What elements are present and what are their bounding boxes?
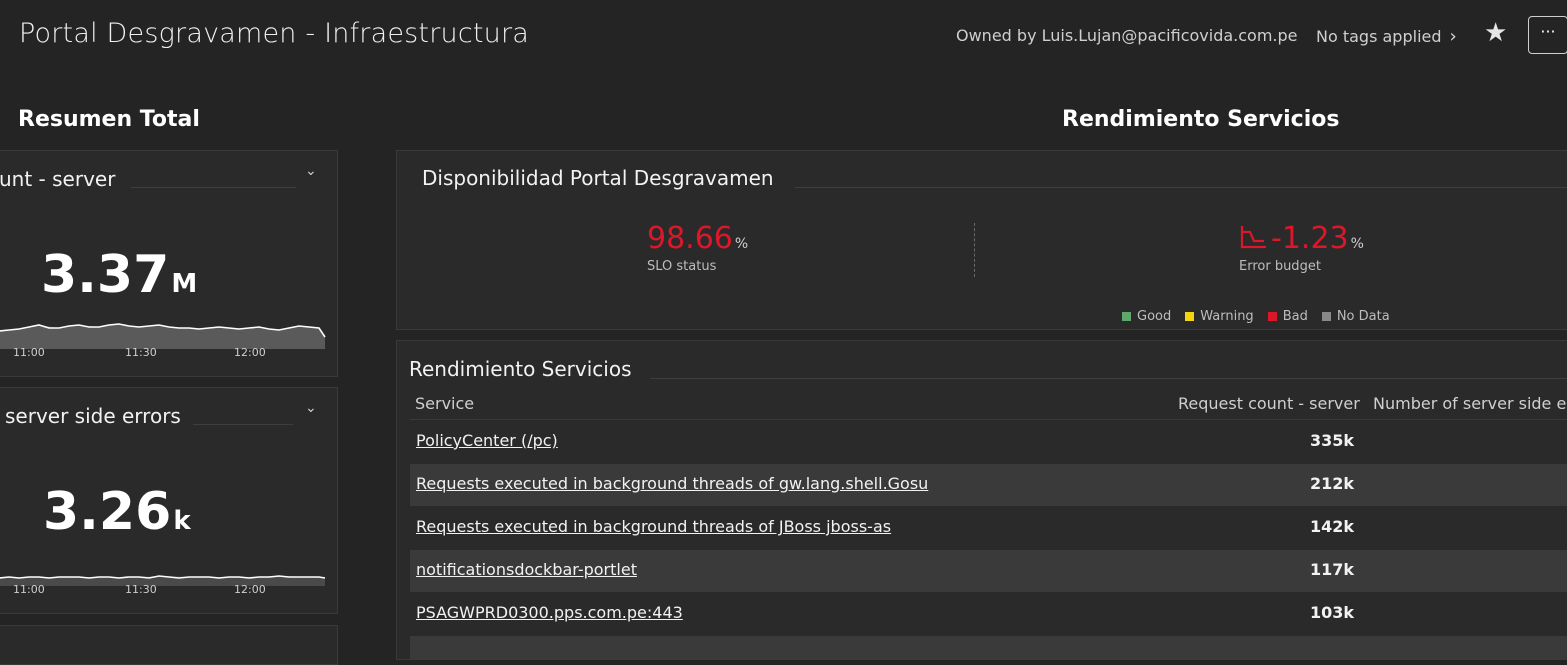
request-count-cell: 117k xyxy=(1309,560,1354,579)
table-row: Requests executed in background threads … xyxy=(410,507,1567,549)
error-budget-number: -1.23 xyxy=(1271,221,1349,256)
service-link[interactable]: PolicyCenter (/pc) xyxy=(416,431,558,450)
x-tick-label: 11:30 xyxy=(125,346,157,359)
value-number: 3.37 xyxy=(41,245,170,305)
value-unit: k xyxy=(173,506,191,536)
title-divider xyxy=(650,378,1567,379)
slo-status-value: 98.66% xyxy=(647,221,748,256)
service-link[interactable]: Requests executed in background threads … xyxy=(416,474,928,493)
error-budget-value: -1.23% xyxy=(1239,221,1364,256)
service-link[interactable]: Requests executed in background threads … xyxy=(416,517,891,536)
table-title: Rendimiento Servicios xyxy=(409,357,632,381)
title-divider xyxy=(193,424,293,425)
owner-label[interactable]: Owned by Luis.Lujan@pacificovida.com.pe xyxy=(956,26,1298,45)
server-errors-sparkline xyxy=(0,575,326,586)
tags-button[interactable]: No tags applied › xyxy=(1316,26,1457,47)
request-count-cell: 142k xyxy=(1309,517,1354,536)
tile-title: unt - server xyxy=(0,167,116,191)
x-tick-label: 11:00 xyxy=(13,346,45,359)
slo-tile[interactable]: Disponibilidad Portal Desgravamen 98.66%… xyxy=(396,150,1567,330)
burndown-icon xyxy=(1240,226,1266,249)
request-count-cell: 212k xyxy=(1309,474,1354,493)
slo-title: Disponibilidad Portal Desgravamen xyxy=(422,166,774,190)
services-table-tile[interactable]: Rendimiento Servicios Service Request co… xyxy=(396,340,1567,660)
service-link[interactable]: PSAGWPRD0300.pps.com.pe:443 xyxy=(416,603,683,622)
value-unit: M xyxy=(171,269,198,299)
column-header-service[interactable]: Service xyxy=(415,394,474,413)
slo-legend: Good Warning Bad No Data xyxy=(1122,309,1390,324)
section-title-performance: Rendimiento Servicios xyxy=(1062,107,1340,132)
chevron-down-icon[interactable]: ⌄ xyxy=(305,400,317,416)
more-options-button[interactable]: ··· xyxy=(1528,16,1567,54)
star-icon[interactable]: ★ xyxy=(1484,18,1507,48)
legend-warning: Warning xyxy=(1185,309,1254,324)
summary-tile-partial[interactable] xyxy=(0,625,338,665)
tile-title: server side errors xyxy=(5,404,181,428)
table-row: Requests executed in background threads … xyxy=(410,464,1567,506)
error-budget-unit: % xyxy=(1350,236,1364,252)
server-errors-value: 3.26k xyxy=(43,482,191,542)
server-errors-tile[interactable]: server side errors ⌄ 3.26k 11:00 11:30 1… xyxy=(0,387,338,614)
section-title-summary: Resumen Total xyxy=(18,107,200,132)
title-divider xyxy=(131,187,296,188)
slo-status-unit: % xyxy=(734,236,749,252)
x-tick-label: 12:00 xyxy=(234,346,266,359)
value-number: 3.26 xyxy=(43,482,172,542)
legend-good: Good xyxy=(1122,309,1171,324)
slo-divider xyxy=(974,223,975,277)
chevron-down-icon[interactable]: ⌄ xyxy=(305,163,317,179)
service-link[interactable]: notificationsdockbar-portlet xyxy=(416,560,637,579)
table-row: PSAGWPRD0300.pps.com.pe:443 103k xyxy=(410,593,1567,635)
x-tick-label: 11:00 xyxy=(13,583,45,596)
table-header: Service Request count - server Number of… xyxy=(410,390,1567,420)
request-count-value: 3.37M xyxy=(41,245,197,305)
page-title: Portal Desgravamen - Infraestructura xyxy=(19,18,530,49)
slo-status-number: 98.66 xyxy=(647,221,733,256)
table-row: PolicyCenter (/pc) 335k xyxy=(410,421,1567,463)
x-tick-label: 12:00 xyxy=(234,583,266,596)
tags-label: No tags applied xyxy=(1316,27,1442,46)
request-count-sparkline xyxy=(0,323,326,349)
column-header-server-errors[interactable]: Number of server side er xyxy=(1373,394,1567,413)
request-count-cell: 335k xyxy=(1309,431,1354,450)
title-divider xyxy=(795,187,1567,188)
legend-bad: Bad xyxy=(1267,309,1308,324)
slo-status-label: SLO status xyxy=(647,259,717,274)
request-count-cell: 103k xyxy=(1309,603,1354,622)
legend-no-data: No Data xyxy=(1321,309,1390,324)
error-budget-label: Error budget xyxy=(1239,259,1321,274)
chevron-right-icon: › xyxy=(1449,26,1457,47)
dashboard-header: Portal Desgravamen - Infraestructura Own… xyxy=(0,0,1567,72)
table-row: notificationsdockbar-portlet 117k xyxy=(410,550,1567,592)
x-tick-label: 11:30 xyxy=(125,583,157,596)
column-header-request-count[interactable]: Request count - server xyxy=(1178,394,1360,413)
request-count-tile[interactable]: unt - server ⌄ 3.37M 11:00 11:30 12:00 xyxy=(0,150,338,377)
